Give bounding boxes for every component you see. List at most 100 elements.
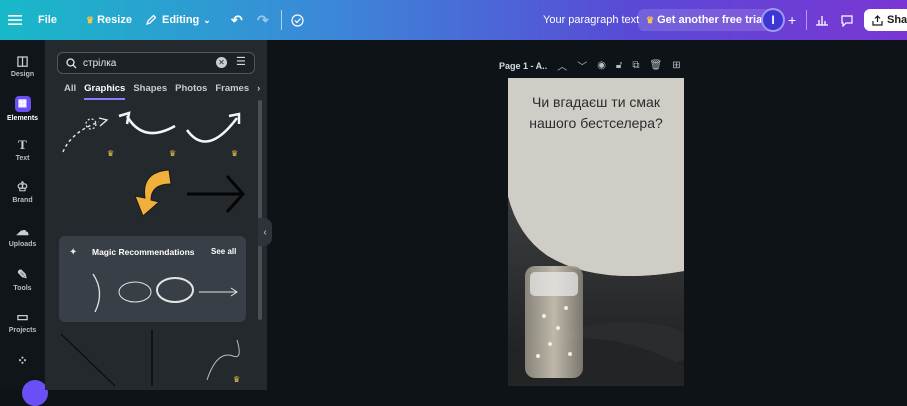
page-toolbar: Page 1 - A.. ︿ ﹀ ◉ 🔓︎ ⧉ 🗑︎ ⊞: [499, 58, 681, 73]
tab-shapes[interactable]: Shapes: [133, 83, 167, 100]
search-input[interactable]: стрілка: [83, 58, 116, 69]
hide-icon[interactable]: ◉: [597, 60, 606, 71]
elements-panel: стрілка ✕ ☰ All Graphics Shapes Photos F…: [45, 40, 267, 390]
chevron-down-icon: ⌄: [203, 14, 211, 25]
arrow-graphic[interactable]: [118, 111, 176, 135]
pencil-icon: [145, 14, 157, 26]
graphics-row: ♛: [60, 330, 240, 387]
crown-icon: ♛: [169, 149, 176, 158]
tab-frames[interactable]: Frames: [215, 83, 249, 100]
oval-graphic[interactable]: [118, 281, 152, 303]
tools-icon: ✎: [17, 267, 28, 282]
panel-tabs: All Graphics Shapes Photos Frames ›: [64, 83, 260, 100]
rail-item-elements[interactable]: ▦ Elements: [0, 96, 45, 122]
resize-button[interactable]: ♛ Resize: [86, 0, 132, 40]
collapse-panel-button[interactable]: ‹: [258, 218, 272, 246]
rail-item-brand[interactable]: ♔ Brand: [0, 179, 45, 205]
undo-icon[interactable]: ↶: [231, 0, 243, 40]
curve-graphic[interactable]: [92, 273, 101, 313]
chevron-down-icon[interactable]: ﹀: [577, 58, 587, 73]
add-collaborator-icon[interactable]: +: [788, 0, 796, 40]
circle-scribble-graphic[interactable]: [156, 277, 194, 303]
share-button[interactable]: Shar: [864, 0, 907, 40]
free-trial-label: Get another free trial: [657, 14, 766, 26]
divider: [281, 0, 282, 40]
rail-item-design[interactable]: ◫ Design: [0, 53, 45, 79]
black-arrow-graphic[interactable]: [187, 175, 246, 213]
rail-label: Projects: [8, 327, 37, 334]
graphics-row: [134, 169, 246, 217]
search-field[interactable]: стрілка ✕ ☰: [57, 52, 255, 74]
thin-arrow-graphic[interactable]: [199, 287, 238, 297]
see-all-link[interactable]: See all: [211, 247, 236, 256]
search-icon: [66, 57, 77, 68]
file-menu[interactable]: File: [38, 0, 57, 40]
delete-icon[interactable]: 🗑︎: [650, 60, 663, 71]
document-title[interactable]: Your paragraph text: [543, 0, 639, 40]
tab-photos[interactable]: Photos: [175, 83, 207, 100]
design-icon: ◫: [16, 53, 29, 68]
filter-icon[interactable]: ☰: [236, 55, 246, 68]
cloud-save-icon[interactable]: [291, 0, 304, 40]
page-label[interactable]: Page 1 - A..: [499, 61, 547, 71]
projects-icon: ▭: [16, 309, 29, 324]
insights-icon[interactable]: [815, 0, 829, 40]
elements-icon: ▦: [14, 96, 31, 112]
rail-item-uploads[interactable]: ☁ Uploads: [0, 223, 45, 249]
canvas-heading[interactable]: Чи вгадаєш ти смак нашого бестселера?: [508, 92, 684, 134]
resize-label: Resize: [97, 14, 132, 26]
comment-icon[interactable]: [840, 0, 854, 40]
rail-item-tools[interactable]: ✎ Tools: [0, 267, 45, 293]
rail-label: Brand: [12, 197, 33, 204]
rail-item-apps[interactable]: ⁘: [0, 354, 45, 371]
free-trial-button[interactable]: ♛ Get another free trial: [638, 0, 774, 40]
arrow-graphic[interactable]: [185, 112, 241, 143]
share-icon: [872, 14, 883, 26]
drink-photo[interactable]: [508, 196, 684, 386]
tab-graphics[interactable]: Graphics: [84, 83, 126, 100]
sparkle-icon: ✦: [69, 247, 78, 258]
crown-icon: ♛: [646, 15, 655, 25]
lock-icon[interactable]: 🔓︎: [616, 60, 622, 71]
magic-recommendations-card: ✦ Magic Recommendations See all: [59, 236, 246, 322]
editing-mode-button[interactable]: Editing ⌄: [145, 0, 211, 40]
rail-label: Tools: [13, 285, 32, 292]
crown-icon: ♛: [231, 149, 238, 158]
rail-label: Text: [15, 155, 30, 162]
rail-item-projects[interactable]: ▭ Projects: [0, 309, 45, 335]
recommendation-thumbnails: [92, 273, 238, 313]
rail-label: Elements: [6, 115, 39, 122]
redo-icon[interactable]: ↷: [257, 0, 269, 40]
clear-search-icon[interactable]: ✕: [216, 57, 227, 68]
side-rail: ◫ Design ▦ Elements T Text ♔ Brand ☁ Upl…: [0, 40, 48, 406]
duplicate-icon[interactable]: ⧉: [632, 60, 639, 71]
text-icon: T: [18, 137, 27, 152]
yellow-arrow-graphic[interactable]: [134, 169, 172, 217]
canvas-heading-line: нашого бестселера?: [529, 115, 663, 131]
canvas-heading-line: Чи вгадаєш ти смак: [532, 94, 660, 110]
arrow-graphic[interactable]: [62, 117, 109, 153]
curly-arrow-graphic[interactable]: [206, 339, 240, 381]
tab-all[interactable]: All: [64, 83, 76, 100]
crown-icon: ♛: [233, 375, 240, 384]
apps-icon: ⁘: [17, 353, 28, 368]
avatar-initial: I: [761, 8, 785, 32]
divider: [806, 0, 807, 40]
uploads-icon: ☁: [16, 223, 29, 238]
graphics-row: ♛ ♛ ♛: [62, 111, 241, 158]
magic-recommendations-title: Magic Recommendations: [92, 247, 195, 257]
line-arrow-graphic[interactable]: [60, 333, 116, 387]
chevron-up-icon[interactable]: ︿: [557, 58, 567, 73]
brand-icon: ♔: [16, 179, 29, 194]
rail-label: Design: [10, 71, 35, 78]
top-bar: File ♛ Resize Editing ⌄ ↶ ↷ Your paragra…: [0, 0, 907, 40]
menu-icon[interactable]: [8, 0, 22, 40]
avatar[interactable]: I: [761, 0, 785, 40]
design-canvas[interactable]: Чи вгадаєш ти смак нашого бестселера?: [508, 78, 684, 386]
share-label: Shar: [887, 14, 907, 26]
tabs-next-icon[interactable]: ›: [257, 83, 260, 100]
panel-scrollbar[interactable]: [258, 100, 262, 320]
rail-item-text[interactable]: T Text: [0, 137, 45, 163]
add-page-icon[interactable]: ⊞: [672, 60, 680, 71]
crown-icon: ♛: [107, 149, 114, 158]
